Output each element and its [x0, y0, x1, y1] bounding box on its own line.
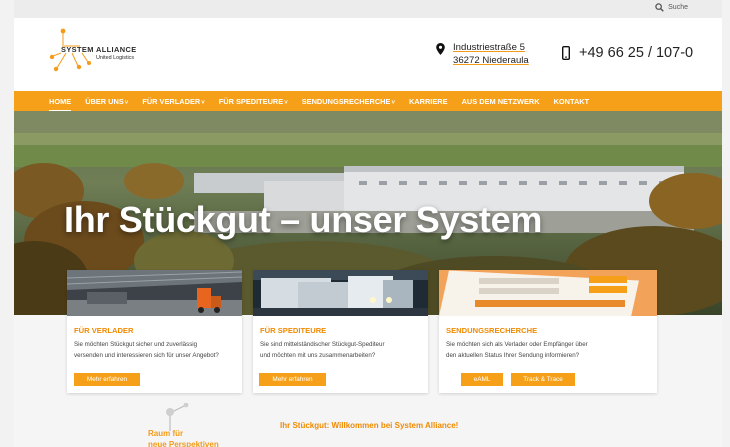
card-title: SENDUNGSRECHERCHE	[446, 326, 538, 335]
nav-label: ÜBER UNS	[85, 96, 124, 106]
chevron-down-icon: ˅	[124, 99, 129, 106]
phone-number[interactable]: +49 66 25 / 107-0	[579, 45, 693, 61]
card-text-line: versenden und interessieren sich für uns…	[74, 351, 219, 359]
tracking-form-image	[439, 270, 657, 316]
nav-item-karriere[interactable]: KARRIERE	[409, 97, 448, 106]
trucks-image	[253, 270, 428, 316]
logo[interactable]: SYSTEM ALLIANCE United Logistics	[48, 26, 158, 72]
nav-item-fuer-spediteure[interactable]: FÜR SPEDITEURE˅	[219, 97, 288, 106]
card-description: Sie möchten Stückgut sicher und zuverläs…	[74, 340, 219, 361]
search-label: Suche	[668, 4, 688, 11]
nav-item-home[interactable]: HOME	[49, 96, 72, 112]
chevron-down-icon: ˅	[201, 99, 205, 106]
address-block[interactable]: Industriestraße 5 36272 Niederaula	[436, 41, 529, 67]
nav-item-ueber-uns[interactable]: ÜBER UNS˅	[85, 97, 128, 106]
card-description: Sie möchten sich als Verlader oder Empfä…	[446, 340, 588, 361]
nav-item-sendungsrecherche[interactable]: SENDUNGSRECHERCHE˅	[302, 97, 395, 106]
card-title: FÜR SPEDITEURE	[260, 326, 327, 335]
page: Suche SYSTEM ALLIANCE United Logistics I…	[14, 0, 722, 447]
nav-label: HOME	[49, 96, 72, 106]
eaml-button[interactable]: eAML	[461, 373, 503, 386]
chevron-down-icon: ˅	[284, 99, 288, 106]
map-pin-icon	[436, 43, 445, 55]
card-text-line: den aktuellen Status Ihrer Sendung infor…	[446, 351, 580, 359]
mobile-phone-icon	[562, 46, 570, 60]
raum-graphic: Raum für neue Perspektiven	[146, 403, 246, 447]
search-icon	[655, 3, 664, 12]
address-city[interactable]: 36272 Niederaula	[453, 54, 529, 67]
nav-label: AUS DEM NETZWERK	[461, 96, 540, 106]
chevron-down-icon: ˅	[391, 99, 395, 106]
nav-label: KARRIERE	[408, 96, 448, 106]
logo-subtitle: United Logistics	[96, 55, 135, 61]
header: SYSTEM ALLIANCE United Logistics Industr…	[14, 18, 722, 91]
main-navigation: HOME ÜBER UNS˅ FÜR VERLADER˅ FÜR SPEDITE…	[14, 91, 722, 112]
nav-item-aus-dem-netzwerk[interactable]: AUS DEM NETZWERK	[462, 97, 540, 106]
card-text-line: und möchten mit uns zusammenarbeiten?	[260, 351, 376, 359]
card-sendungsrecherche: SENDUNGSRECHERCHE Sie möchten sich als V…	[439, 270, 657, 393]
mehr-erfahren-button[interactable]: Mehr erfahren	[74, 373, 140, 386]
nav-item-fuer-verlader[interactable]: FÜR VERLADER˅	[142, 97, 204, 106]
nav-label: FÜR VERLADER	[142, 96, 201, 106]
card-fuer-spediteure: FÜR SPEDITEURE Sie sind mittelständische…	[253, 270, 428, 393]
nav-label: SENDUNGSRECHERCHE	[301, 96, 391, 106]
raum-line: Raum für	[148, 429, 184, 438]
mehr-erfahren-button[interactable]: Mehr erfahren	[259, 373, 326, 386]
card-text-line: Sie sind mittelständischer Stückgut-Sped…	[260, 341, 385, 348]
card-fuer-verlader: FÜR VERLADER Sie möchten Stückgut sicher…	[67, 270, 242, 393]
card-text-line: Sie möchten Stückgut sicher und zuverläs…	[74, 341, 198, 348]
nav-label: KONTAKT	[553, 96, 590, 106]
utility-bar: Suche	[14, 0, 722, 18]
card-text-line: Sie möchten sich als Verlader oder Empfä…	[446, 341, 588, 348]
raum-tagline: Raum für neue Perspektiven	[148, 428, 219, 447]
track-and-trace-button[interactable]: Track & Trace	[511, 373, 575, 386]
phone-block[interactable]: +49 66 25 / 107-0	[562, 45, 693, 61]
hero-title: Ihr Stückgut – unser System	[64, 199, 543, 240]
raum-line: neue Perspektiven	[148, 440, 219, 447]
warehouse-image	[67, 270, 242, 316]
logo-name: SYSTEM ALLIANCE	[61, 45, 137, 54]
address-street[interactable]: Industriestraße 5	[453, 41, 529, 54]
card-title: FÜR VERLADER	[74, 326, 134, 335]
search-link[interactable]: Suche	[655, 3, 688, 12]
nav-item-kontakt[interactable]: KONTAKT	[554, 97, 590, 106]
nav-label: FÜR SPEDITEURE	[218, 96, 284, 106]
welcome-heading: Ihr Stückgut: Willkommen bei System Alli…	[280, 421, 459, 430]
card-description: Sie sind mittelständischer Stückgut-Sped…	[260, 340, 385, 361]
